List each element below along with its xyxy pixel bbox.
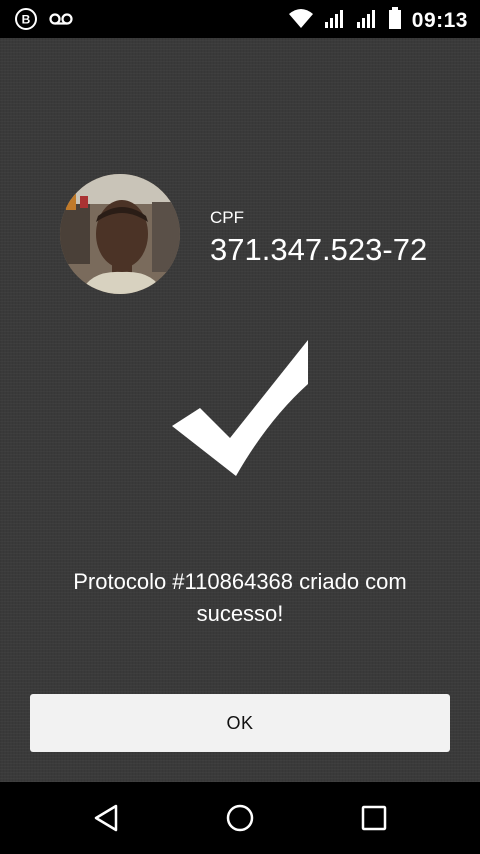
status-bar: B 09:13: [0, 0, 480, 38]
cpf-label: CPF: [210, 208, 244, 227]
status-right-icons: 09:13: [288, 6, 468, 35]
home-icon[interactable]: [224, 802, 256, 834]
navigation-bar: [0, 782, 480, 854]
cpf-value: 371.347.523-72: [210, 232, 428, 267]
signal-icon: [324, 7, 346, 34]
ok-button[interactable]: OK: [30, 694, 450, 752]
avatar: [60, 174, 180, 294]
checkmark-icon: [172, 340, 312, 480]
svg-text:B: B: [22, 13, 31, 27]
recents-icon[interactable]: [358, 802, 390, 834]
b-circle-icon: B: [14, 7, 38, 36]
back-icon[interactable]: [92, 802, 124, 834]
signal-icon: [356, 7, 378, 34]
confirmation-screen: CPF 371.347.523-72 Protocolo #110864368 …: [0, 38, 480, 782]
status-left-icons: B: [14, 7, 74, 36]
status-time: 09:13: [411, 8, 468, 32]
voicemail-icon: [48, 7, 74, 36]
success-message: Protocolo #110864368 criado com sucesso!: [73, 569, 407, 626]
battery-icon: [388, 6, 402, 35]
wifi-icon: [288, 7, 314, 34]
